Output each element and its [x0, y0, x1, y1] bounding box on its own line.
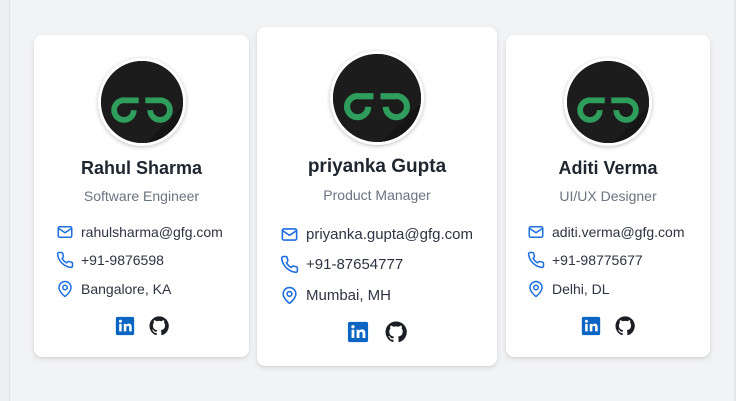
phone-icon — [527, 251, 545, 269]
left-scroll-gutter — [0, 0, 10, 401]
github-icon[interactable] — [148, 316, 169, 336]
github-icon[interactable] — [385, 321, 407, 343]
profile-name: priyanka Gupta — [307, 156, 447, 177]
mail-icon — [527, 223, 545, 241]
email-row[interactable]: rahulsharma@gfg.com — [56, 223, 223, 241]
map-pin-icon — [280, 286, 299, 305]
location-text: Mumbai, MH — [306, 287, 392, 304]
profile-role: Software Engineer — [83, 188, 200, 204]
email-text[interactable]: rahulsharma@gfg.com — [81, 224, 223, 240]
github-icon[interactable] — [615, 316, 635, 336]
location-row: Delhi, DL — [527, 280, 610, 298]
map-pin-icon — [56, 280, 74, 298]
phone-icon — [56, 251, 74, 269]
gfg-logo-icon — [100, 61, 183, 143]
profile-role: Product Manager — [323, 187, 431, 203]
mail-icon — [56, 223, 74, 241]
phone-row[interactable]: +91-87654777 — [280, 255, 403, 274]
profile-card-priyanka: priyanka Gupta Product Manager priyanka.… — [257, 27, 497, 366]
linkedin-icon[interactable] — [347, 321, 369, 343]
mail-icon — [280, 225, 299, 244]
profile-card-aditi: Aditi Verma UI/UX Designer aditi.verma@g… — [506, 35, 710, 357]
profile-name: Aditi Verma — [558, 158, 658, 178]
location-row: Mumbai, MH — [280, 286, 391, 305]
profile-name: Rahul Sharma — [80, 158, 203, 178]
location-text: Delhi, DL — [552, 281, 610, 297]
phone-icon — [280, 255, 299, 274]
location-text: Bangalore, KA — [81, 281, 172, 297]
avatar — [564, 58, 652, 146]
phone-text[interactable]: +91-9876598 — [81, 252, 164, 268]
email-text[interactable]: aditi.verma@gfg.com — [552, 224, 684, 240]
phone-row[interactable]: +91-98775677 — [527, 251, 643, 269]
social-links — [34, 316, 249, 336]
location-row: Bangalore, KA — [56, 280, 171, 298]
avatar — [97, 58, 186, 146]
profile-card-rahul: Rahul Sharma Software Engineer rahulshar… — [34, 35, 249, 357]
email-row[interactable]: priyanka.gupta@gfg.com — [280, 225, 473, 244]
social-links — [506, 316, 710, 336]
phone-row[interactable]: +91-9876598 — [56, 251, 164, 269]
profile-role: UI/UX Designer — [559, 188, 657, 204]
map-pin-icon — [527, 280, 545, 298]
email-text[interactable]: priyanka.gupta@gfg.com — [306, 226, 473, 243]
gfg-logo-icon — [567, 61, 649, 143]
email-row[interactable]: aditi.verma@gfg.com — [527, 223, 684, 241]
linkedin-icon[interactable] — [115, 316, 135, 336]
phone-text[interactable]: +91-87654777 — [306, 256, 403, 273]
avatar — [330, 51, 424, 145]
phone-text[interactable]: +91-98775677 — [552, 252, 643, 268]
linkedin-icon[interactable] — [581, 316, 601, 336]
gfg-logo-icon — [333, 54, 421, 142]
social-links — [257, 321, 497, 343]
